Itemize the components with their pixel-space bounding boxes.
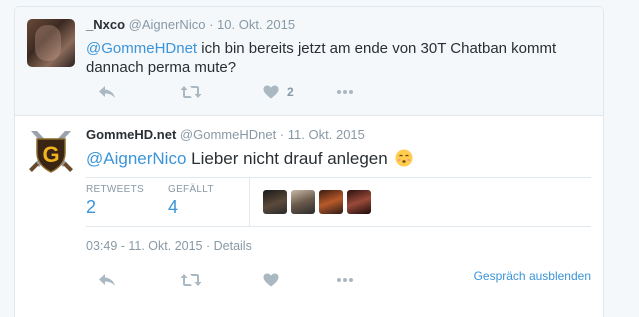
svg-text:G: G — [42, 142, 59, 167]
user-handle[interactable]: @AignerNico — [129, 17, 206, 32]
retweets-count: 2 — [86, 197, 97, 217]
conversation-card: _Nxco @AignerNico · 10. Okt. 2015 @Gomme… — [14, 6, 604, 317]
like-button[interactable] — [263, 271, 279, 289]
mention-link[interactable]: @GommeHDnet — [86, 40, 197, 57]
tweet-date[interactable]: 10. Okt. 2015 — [217, 17, 295, 32]
reply-tweet[interactable]: _Nxco @AignerNico · 10. Okt. 2015 @Gomme… — [15, 7, 603, 116]
retweets-stat[interactable]: RETWEETS 2 — [86, 184, 144, 218]
user-handle[interactable]: @GommeHDnet — [180, 127, 276, 142]
reply-button[interactable] — [98, 271, 116, 289]
avatar[interactable] — [27, 19, 75, 67]
tweet-text: @GommeHDnet ich bin bereits jetzt am end… — [86, 39, 586, 77]
gommehd-logo-avatar[interactable]: G — [27, 127, 75, 175]
retweet-icon — [180, 86, 202, 98]
like-button[interactable]: 2 — [263, 83, 294, 101]
tweet-stats: RETWEETS 2 GEFÄLLT 4 — [86, 177, 591, 227]
stats-divider — [249, 178, 250, 226]
more-button[interactable] — [336, 271, 354, 289]
heart-icon — [263, 273, 279, 287]
likes-label: GEFÄLLT — [168, 184, 214, 195]
likes-stat[interactable]: GEFÄLLT 4 — [168, 184, 214, 218]
mention-link[interactable]: @AignerNico — [86, 149, 186, 168]
reply-icon — [99, 86, 115, 98]
liker-avatar[interactable] — [291, 190, 315, 214]
tweet-text: @AignerNico Lieber nicht drauf anlegen — [86, 147, 413, 171]
retweets-label: RETWEETS — [86, 184, 144, 195]
liker-avatars — [263, 190, 371, 214]
tweet-actions: 2 — [86, 83, 586, 103]
liker-avatar[interactable] — [347, 190, 371, 214]
retweet-icon — [180, 274, 202, 286]
kissing-face-icon — [395, 149, 413, 167]
retweet-button[interactable] — [180, 83, 202, 101]
tweet-text-body: Lieber nicht drauf anlegen — [186, 149, 388, 168]
more-button[interactable] — [336, 83, 354, 101]
reply-button[interactable] — [98, 83, 116, 101]
reply-icon — [99, 274, 115, 286]
avatar-photo — [35, 25, 61, 61]
likes-count: 4 — [168, 197, 179, 217]
more-icon — [337, 278, 353, 282]
retweet-button[interactable] — [180, 271, 202, 289]
liker-avatar[interactable] — [319, 190, 343, 214]
heart-icon — [263, 85, 279, 99]
liker-avatar[interactable] — [263, 190, 287, 214]
tweet-header: GommeHD.net @GommeHDnet · 11. Okt. 2015 — [86, 127, 365, 142]
user-name[interactable]: GommeHD.net — [86, 127, 176, 142]
tweet-date[interactable]: 11. Okt. 2015 — [288, 127, 365, 142]
separator: · — [202, 239, 214, 253]
like-count: 2 — [287, 85, 294, 99]
separator: · — [209, 17, 214, 32]
hide-conversation-link[interactable]: Gespräch ausblenden — [474, 269, 591, 283]
user-name[interactable]: _Nxco — [86, 17, 125, 32]
tweet-meta: 03:49 - 11. Okt. 2015 · Details — [86, 239, 252, 253]
separator: · — [279, 127, 285, 142]
tweet-timestamp: 03:49 - 11. Okt. 2015 — [86, 239, 203, 253]
details-link[interactable]: Details — [214, 239, 252, 253]
tweet-header: _Nxco @AignerNico · 10. Okt. 2015 — [86, 17, 295, 32]
more-icon — [337, 90, 353, 94]
